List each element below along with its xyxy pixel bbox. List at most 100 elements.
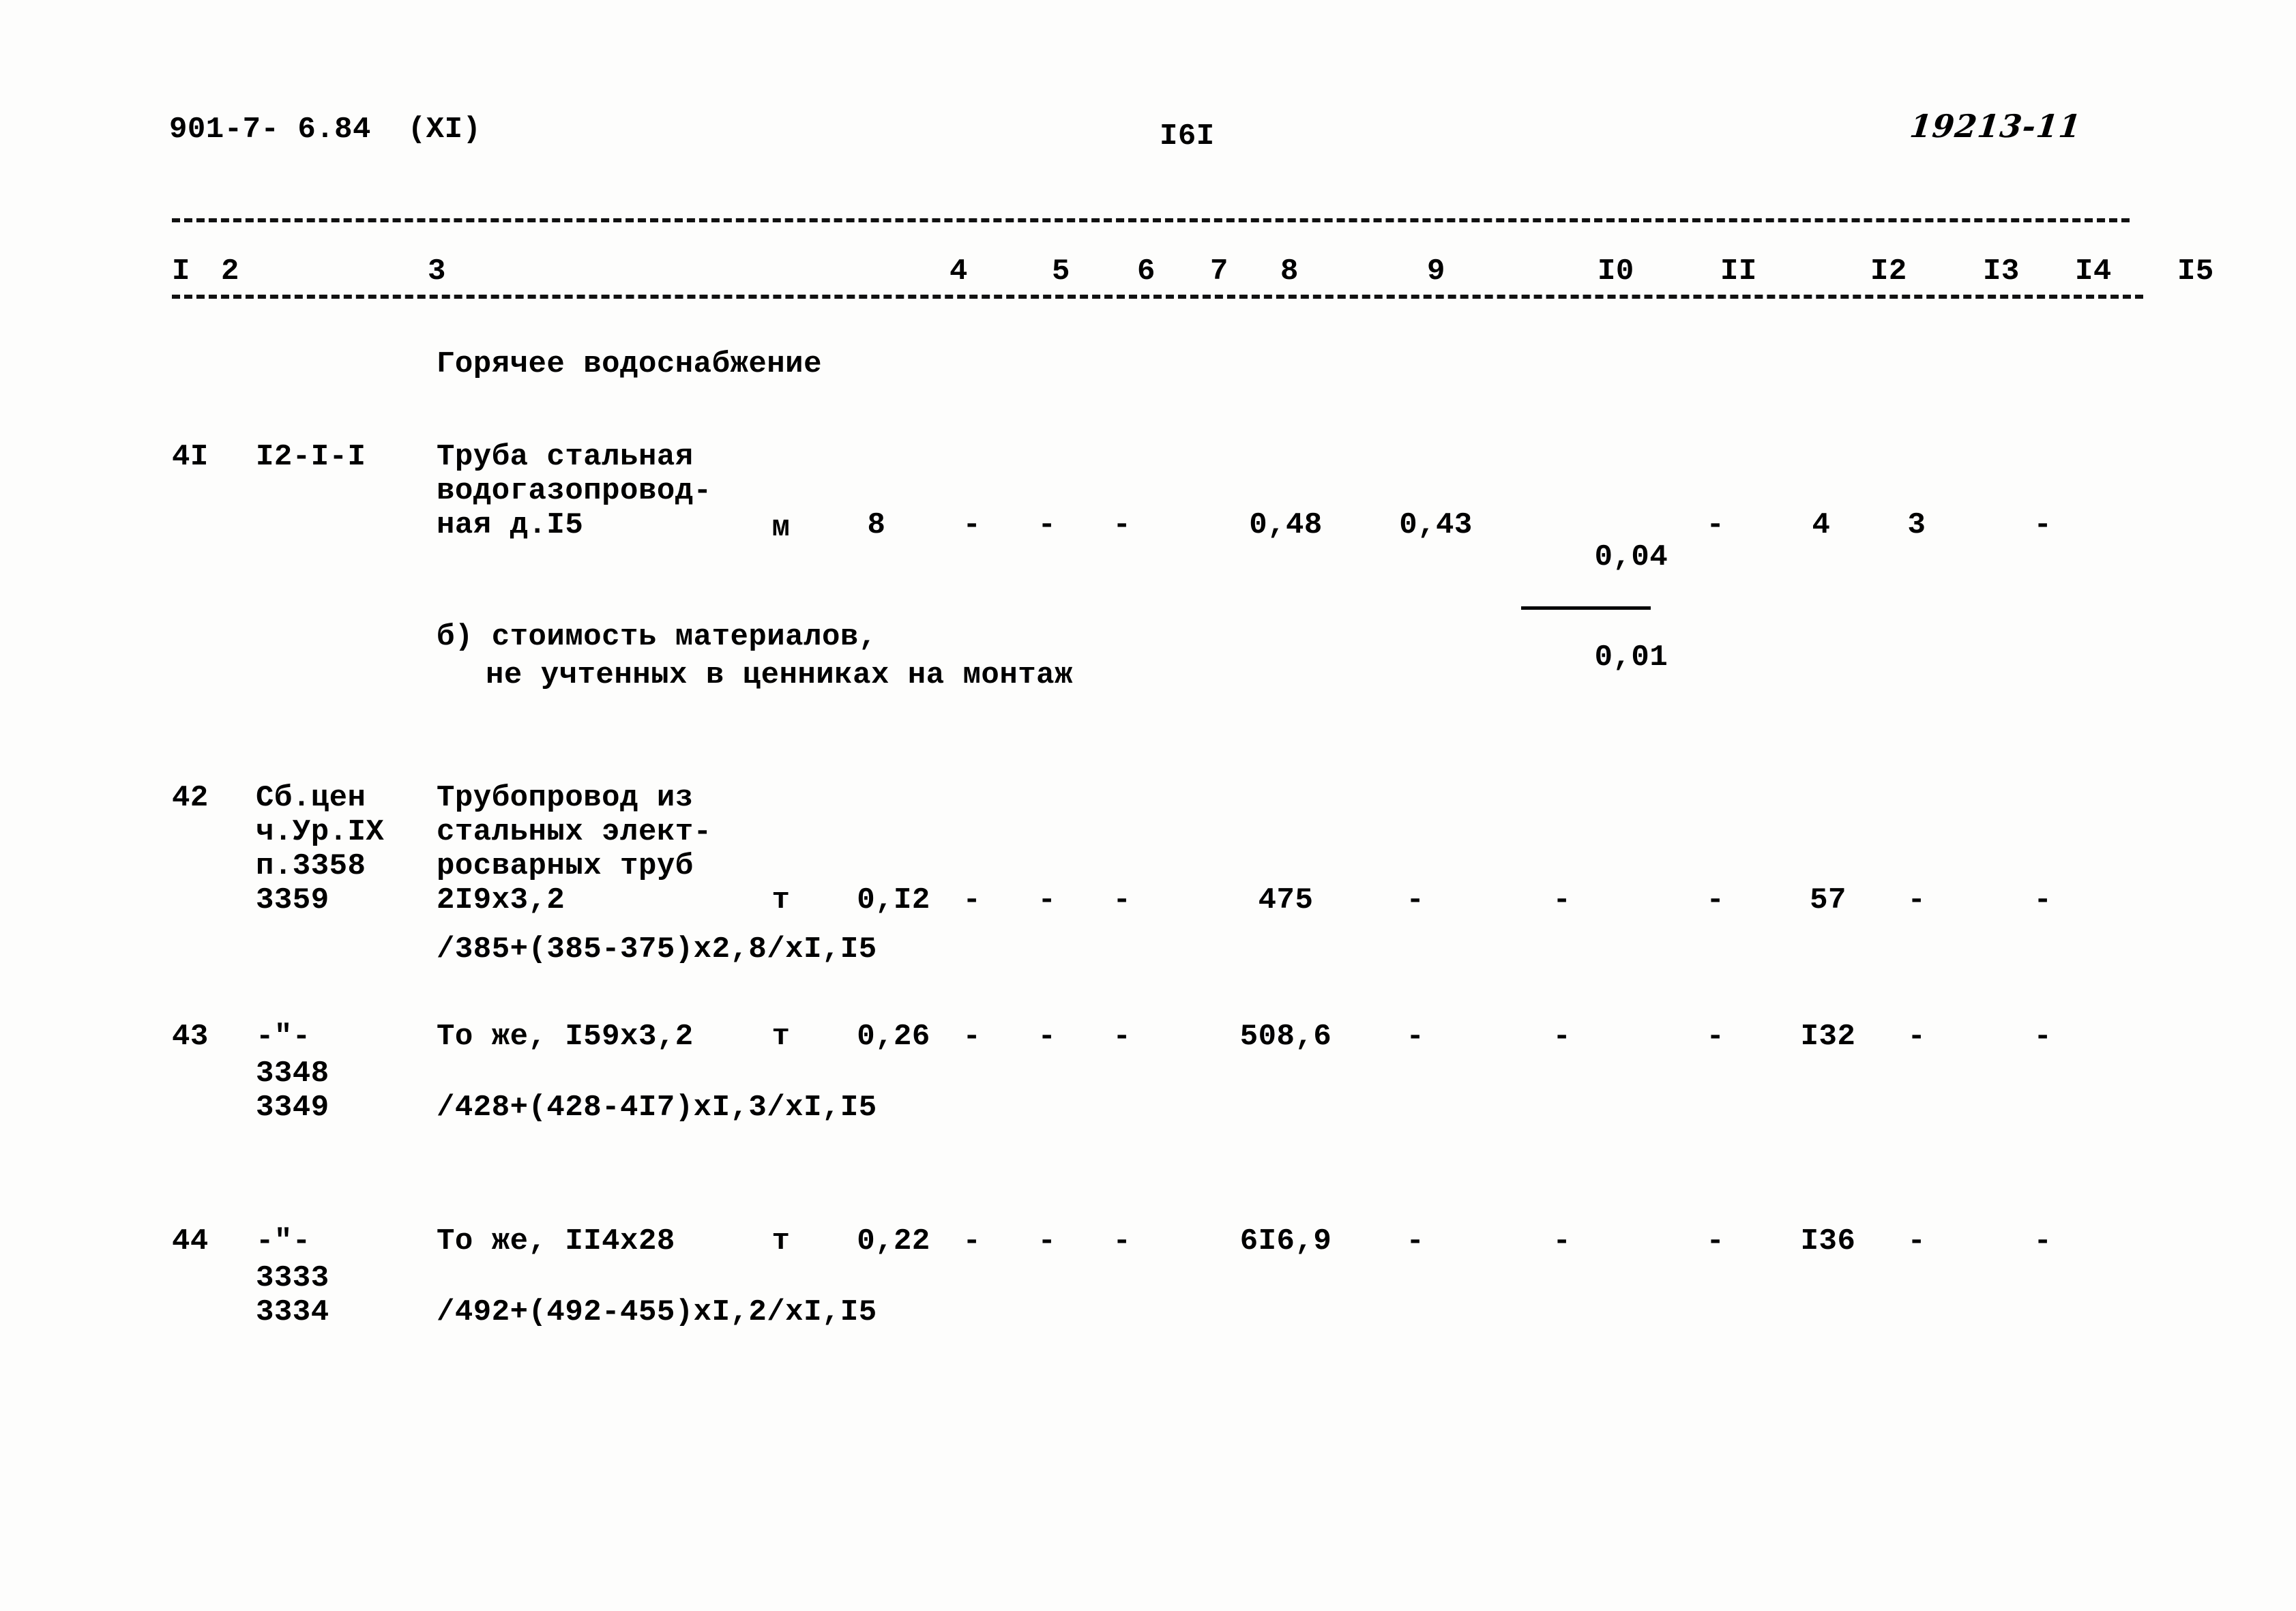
row-42-name-line4: 2I9х3,2	[437, 883, 565, 917]
row-42-code-line3: п.3358	[256, 849, 366, 883]
row-41-col4: 8	[867, 508, 886, 542]
row-41-code: I2-I-I	[256, 440, 366, 474]
row-42-col6: -	[1037, 883, 1057, 917]
row-42-formula: /385+(385-375)х2,8/хI,I5	[437, 932, 877, 966]
row-41-name-line2: водогазопровод-	[437, 474, 712, 508]
row-43-name-line1: То же, I59х3,2	[437, 1020, 694, 1054]
column-number-3: 3	[428, 254, 446, 289]
row-44-col12: -	[1706, 1224, 1725, 1258]
row-44-name-line1: То же, II4х28	[437, 1224, 675, 1258]
row-41-col12: -	[1706, 508, 1725, 542]
row-42-col15: -	[2033, 883, 2052, 917]
table-top-rule	[172, 218, 2130, 222]
row-41-col6: -	[1037, 508, 1057, 542]
row-43-col13: I32	[1800, 1020, 1856, 1054]
row-42-code-line1: Сб.цен	[256, 781, 366, 815]
row-44-col7: -	[1113, 1224, 1132, 1258]
row-44-col15: -	[2033, 1224, 2052, 1258]
row-41-col11-numerator: 0,04	[1594, 540, 1668, 575]
row-41-name-line1: Труба стальная	[437, 440, 694, 474]
row-42-col10: -	[1406, 883, 1425, 917]
column-number-9: 9	[1427, 254, 1445, 289]
handwritten-archive-number: 19213-11	[1908, 108, 2083, 145]
row-41-col11-fraction: 0,04 0,01	[1521, 510, 1668, 705]
document-page: 901-7- 6.84 (XI) I6I 19213-11 I 2 3 4 5 …	[0, 0, 2296, 1611]
column-number-10: I0	[1598, 254, 1634, 289]
row-43-code-line2: 3348	[256, 1056, 329, 1091]
row-43-unit: т	[771, 1020, 791, 1054]
row-42-col12: -	[1706, 883, 1725, 917]
column-number-13: I3	[1983, 254, 2020, 289]
row-41-col11-denominator: 0,01	[1594, 640, 1668, 675]
row-42-name-line2: стальных элект-	[437, 815, 712, 849]
column-number-14: I4	[2075, 254, 2112, 289]
row-41-number: 4I	[172, 440, 209, 474]
column-number-6: 6	[1137, 254, 1156, 289]
column-number-11: II	[1720, 254, 1757, 289]
column-number-8: 8	[1280, 254, 1299, 289]
row-43-code-line3: 3349	[256, 1091, 329, 1125]
row-43-col7: -	[1113, 1020, 1132, 1054]
row-42-col13: 57	[1810, 883, 1846, 917]
row-42-col9: 475	[1258, 883, 1314, 917]
row-43-col6: -	[1037, 1020, 1057, 1054]
row-42-col7: -	[1113, 883, 1132, 917]
row-41-col13: 4	[1812, 508, 1831, 542]
row-42-code-line2: ч.Ур.IX	[256, 815, 385, 849]
row-44-col4: 0,22	[857, 1224, 930, 1258]
row-44-col11: -	[1552, 1224, 1572, 1258]
row-44-number: 44	[172, 1224, 209, 1258]
row-43-formula: /428+(428-4I7)хI,3/хI,I5	[437, 1091, 877, 1125]
column-number-12: I2	[1870, 254, 1907, 289]
row-41-col10: 0,43	[1399, 508, 1473, 542]
column-header-underline	[172, 295, 2143, 299]
row-42-col4: 0,I2	[857, 883, 930, 917]
row-42-col11: -	[1552, 883, 1572, 917]
page-number: I6I	[1160, 119, 1215, 153]
row-44-code-line3: 3334	[256, 1295, 329, 1329]
row-42-col14: -	[1907, 883, 1926, 917]
row-41-name-line3: ная д.I5	[437, 508, 584, 542]
row-43-col11: -	[1552, 1020, 1572, 1054]
document-code: 901-7- 6.84 (XI)	[169, 113, 482, 147]
row-44-code-line2: 3333	[256, 1261, 329, 1295]
row-42-col5: -	[962, 883, 982, 917]
row-44-unit: т	[771, 1224, 791, 1258]
row-41-col9: 0,48	[1249, 508, 1323, 542]
row-42-name-line3: росварных труб	[437, 849, 694, 883]
column-number-15: I5	[2177, 254, 2214, 289]
row-43-col9: 508,6	[1239, 1020, 1332, 1054]
column-number-1: I	[172, 254, 190, 289]
row-43-col12: -	[1706, 1020, 1725, 1054]
row-44-col9: 6I6,9	[1239, 1224, 1332, 1258]
row-42-code-line4: 3359	[256, 883, 329, 917]
row-42-unit: т	[771, 883, 791, 917]
column-number-5: 5	[1052, 254, 1070, 289]
row-43-code-line1: -"-	[256, 1020, 311, 1054]
section-title: Горячее водоснабжение	[437, 347, 822, 381]
row-44-col5: -	[962, 1224, 982, 1258]
row-44-col13: I36	[1800, 1224, 1856, 1258]
row-44-code-line1: -"-	[256, 1224, 311, 1258]
row-44-col6: -	[1037, 1224, 1057, 1258]
row-41-col7: -	[1113, 508, 1132, 542]
row-42-number: 42	[172, 781, 209, 815]
row-43-number: 43	[172, 1020, 209, 1054]
subsection-title-line2: не учтенных в ценниках на монтаж	[486, 658, 1073, 692]
row-41-col11-fraction-bar	[1521, 606, 1651, 610]
row-44-col14: -	[1907, 1224, 1926, 1258]
row-43-col10: -	[1406, 1020, 1425, 1054]
row-43-col4: 0,26	[857, 1020, 930, 1054]
subsection-title-line1: б) стоимость материалов,	[437, 620, 877, 654]
row-42-name-line1: Трубопровод из	[437, 781, 694, 815]
row-43-col5: -	[962, 1020, 982, 1054]
row-41-col5: -	[962, 508, 982, 542]
column-number-7: 7	[1210, 254, 1228, 289]
row-43-col15: -	[2033, 1020, 2052, 1054]
row-41-unit: м	[771, 511, 791, 545]
column-number-2: 2	[221, 254, 239, 289]
row-44-col10: -	[1406, 1224, 1425, 1258]
row-44-formula: /492+(492-455)хI,2/хI,I5	[437, 1295, 877, 1329]
column-number-header: I 2 3 4 5 6 7 8 9 I0 II I2 I3 I4 I5	[172, 254, 2213, 299]
row-41-col14: 3	[1907, 508, 1926, 542]
